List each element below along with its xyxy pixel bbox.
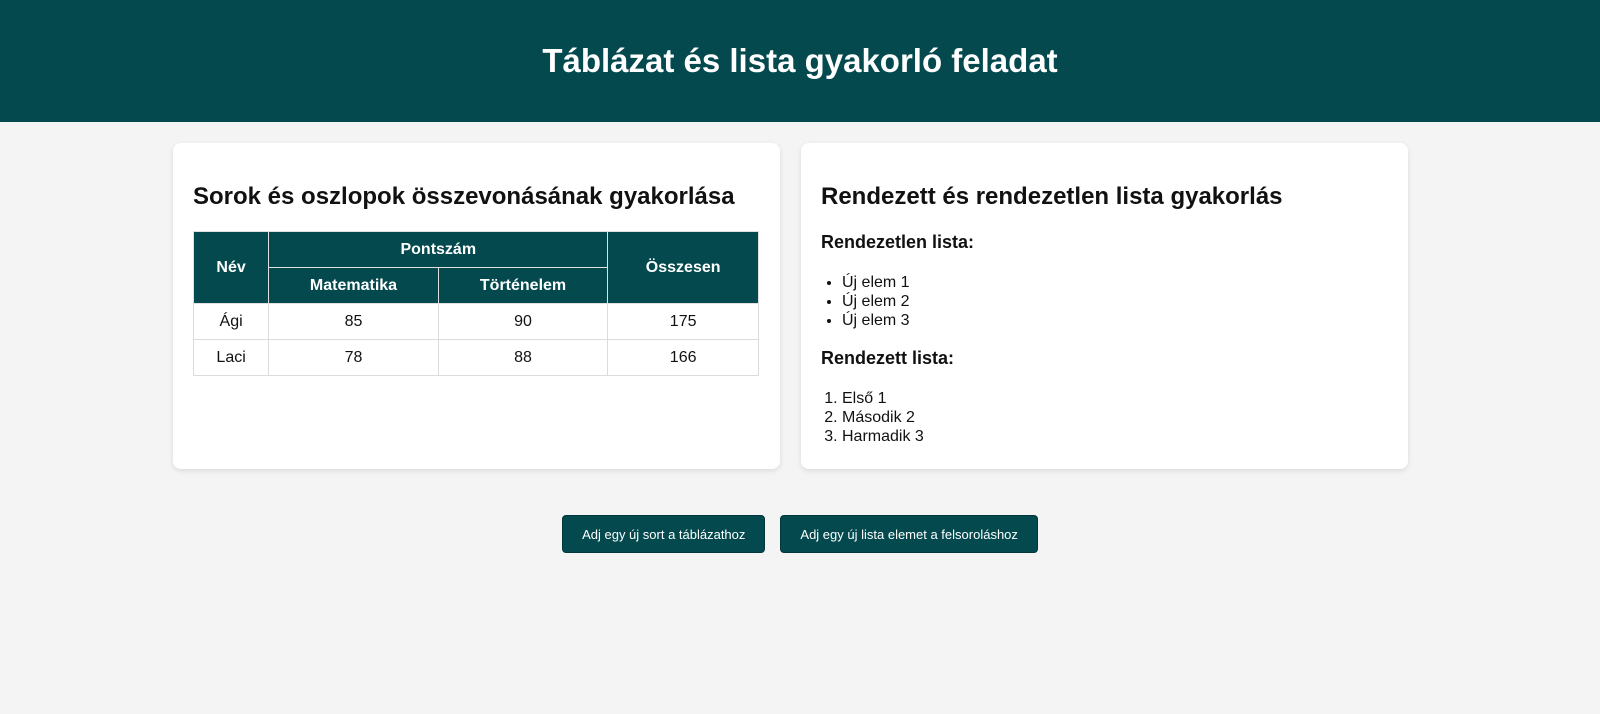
table-card-title: Sorok és oszlopok összevonásának gyakorl… bbox=[193, 183, 735, 210]
header-total: Összesen bbox=[607, 231, 759, 304]
list-item: Első 1 bbox=[842, 389, 1388, 408]
score-table: Név Pontszám Összesen Matematika Történe… bbox=[192, 231, 759, 376]
list-item: Harmadik 3 bbox=[842, 427, 1388, 446]
add-row-button[interactable]: Adj egy új sort a táblázathoz bbox=[562, 515, 766, 553]
ordered-list: Első 1 Második 2 Harmadik 3 bbox=[821, 389, 1388, 446]
header-math: Matematika bbox=[268, 267, 439, 304]
cell-name: Ági bbox=[192, 303, 270, 340]
list-item: Új elem 3 bbox=[842, 311, 1388, 330]
cell-math: 78 bbox=[268, 339, 439, 376]
cards-container: Sorok és oszlopok összevonásának gyakorl… bbox=[173, 143, 1408, 469]
ordered-list-title: Rendezett lista: bbox=[821, 348, 955, 368]
cell-history: 88 bbox=[437, 339, 609, 376]
page-header: Táblázat és lista gyakorló feladat bbox=[0, 0, 1600, 122]
list-card-title: Rendezett és rendezetlen lista gyakorlás bbox=[821, 183, 1283, 210]
header-name: Név bbox=[192, 231, 270, 304]
list-card: Rendezett és rendezetlen lista gyakorlás… bbox=[801, 143, 1408, 469]
page-title: Táblázat és lista gyakorló feladat bbox=[542, 42, 1058, 79]
cell-name: Laci bbox=[192, 339, 270, 376]
cell-total: 175 bbox=[607, 303, 759, 340]
unordered-list-title: Rendezetlen lista: bbox=[821, 232, 975, 252]
table-row: Ági 85 90 175 bbox=[192, 303, 759, 340]
list-item: Új elem 1 bbox=[842, 273, 1388, 292]
header-points: Pontszám bbox=[268, 231, 609, 268]
list-item: Új elem 2 bbox=[842, 292, 1388, 311]
list-item: Második 2 bbox=[842, 408, 1388, 427]
cell-total: 166 bbox=[607, 339, 759, 376]
action-buttons: Adj egy új sort a táblázathoz Adj egy új… bbox=[0, 515, 1600, 553]
add-list-item-button[interactable]: Adj egy új lista elemet a felsoroláshoz bbox=[780, 515, 1038, 553]
cell-history: 90 bbox=[437, 303, 609, 340]
cell-math: 85 bbox=[268, 303, 439, 340]
table-card: Sorok és oszlopok összevonásának gyakorl… bbox=[173, 143, 780, 469]
header-history: Történelem bbox=[437, 267, 609, 304]
table-row: Laci 78 88 166 bbox=[192, 339, 759, 376]
unordered-list: Új elem 1 Új elem 2 Új elem 3 bbox=[821, 273, 1388, 330]
